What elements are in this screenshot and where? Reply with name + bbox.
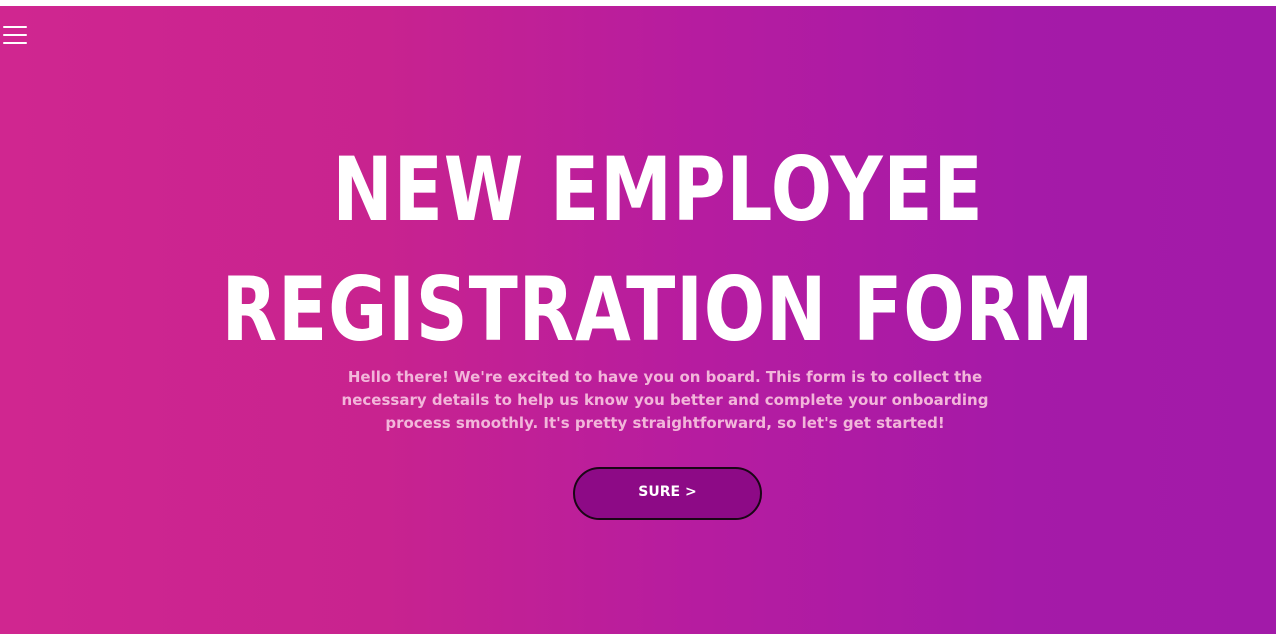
intro-text: Hello there! We're excited to have you o… <box>341 368 989 432</box>
title-line-1: NEW EMPLOYEE <box>332 138 984 241</box>
menu-bar-middle <box>3 34 27 36</box>
page-title: NEW EMPLOYEE REGISTRATION FORM <box>118 130 1197 370</box>
menu-bar-bottom <box>3 42 27 44</box>
hamburger-menu-icon[interactable] <box>3 24 27 46</box>
menu-bar-top <box>3 26 27 28</box>
sure-button[interactable]: SURE > <box>573 467 762 520</box>
title-line-2: REGISTRATION FORM <box>221 258 1095 361</box>
landing-page: NEW EMPLOYEE REGISTRATION FORM Hello the… <box>0 6 1276 634</box>
